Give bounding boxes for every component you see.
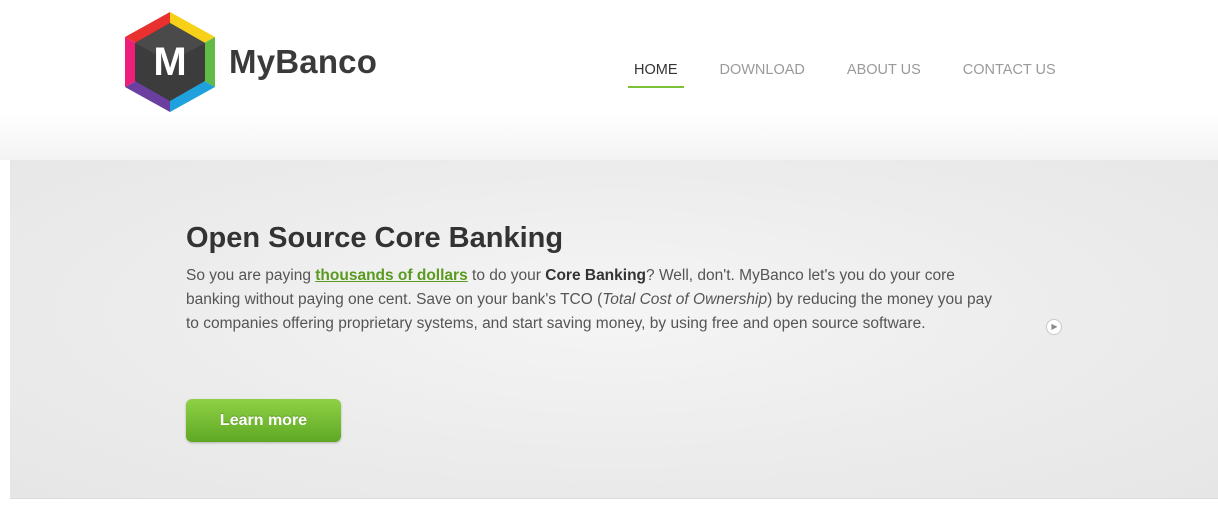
main-nav: HOME DOWNLOAD ABOUT US CONTACT US — [628, 60, 1092, 88]
hero-slider: Open Source Core Banking So you are payi… — [10, 160, 1218, 499]
nav-about-us[interactable]: ABOUT US — [841, 60, 927, 88]
tco-italic: Total Cost of Ownership — [602, 291, 768, 308]
logo-letter: M — [153, 40, 186, 84]
page: M MyBanco HOME DOWNLOAD ABOUT US CONTACT… — [0, 0, 1218, 518]
next-slide-icon[interactable]: ▶ — [1046, 319, 1062, 335]
brand-name: MyBanco — [229, 43, 378, 80]
hero-description: So you are paying thousands of dollars t… — [186, 264, 1006, 336]
hero-text-part: to do your — [467, 267, 546, 284]
nav-contact-us[interactable]: CONTACT US — [957, 60, 1062, 88]
core-banking-emphasis: Core Banking — [545, 267, 647, 284]
hero-text-part: So you are paying — [186, 267, 316, 284]
thousands-of-dollars-link[interactable]: thousands of dollars — [315, 267, 467, 284]
nav-home[interactable]: HOME — [628, 60, 684, 88]
site-header: M MyBanco HOME DOWNLOAD ABOUT US CONTACT… — [0, 0, 1218, 160]
hero-title: Open Source Core Banking — [186, 222, 564, 254]
learn-more-button[interactable]: Learn more — [186, 399, 341, 442]
mybanco-logo-icon: M — [125, 12, 215, 112]
logo-link[interactable]: M MyBanco — [125, 12, 377, 112]
nav-download[interactable]: DOWNLOAD — [714, 60, 811, 88]
